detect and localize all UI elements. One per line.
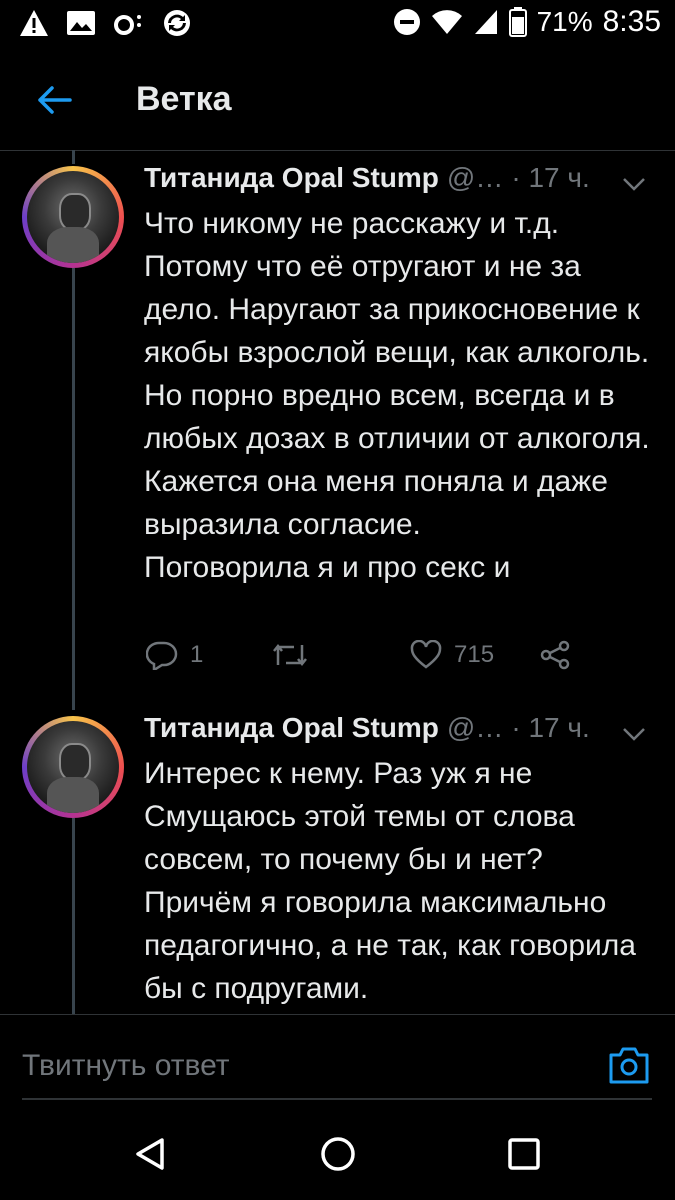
page-title: Ветка bbox=[136, 80, 232, 118]
reply-count: 1 bbox=[190, 641, 204, 668]
wifi-icon bbox=[431, 10, 462, 35]
avatar[interactable] bbox=[22, 166, 124, 268]
share-button[interactable] bbox=[540, 640, 572, 670]
warning-icon bbox=[20, 10, 48, 36]
retweet-icon bbox=[273, 643, 307, 667]
app-bar: Ветка bbox=[0, 48, 675, 151]
clock: 8:35 bbox=[602, 5, 661, 38]
author-handle: @… bbox=[446, 162, 504, 193]
thread-line bbox=[72, 150, 75, 164]
battery-icon bbox=[508, 7, 527, 37]
sync-icon bbox=[164, 10, 190, 36]
back-arrow-icon[interactable] bbox=[34, 80, 74, 120]
nav-recents-icon[interactable] bbox=[504, 1134, 544, 1174]
tweet[interactable]: Титанида Opal Stump @… · 17 ч. Что ником… bbox=[0, 150, 675, 710]
author-name[interactable]: Титанида Opal Stump bbox=[144, 162, 439, 194]
divider bbox=[22, 1098, 652, 1100]
nav-home-icon[interactable] bbox=[318, 1134, 358, 1174]
thread-line bbox=[72, 268, 75, 710]
timestamp: · 17 ч. bbox=[511, 712, 590, 743]
avatar[interactable] bbox=[22, 716, 124, 818]
reply-button[interactable]: 1 bbox=[146, 640, 272, 670]
dnd-icon bbox=[393, 9, 420, 35]
battery-level: 71% bbox=[536, 6, 593, 37]
tweet-header: Титанида Opal Stump @… · 17 ч. bbox=[144, 162, 590, 194]
system-nav-bar bbox=[0, 1112, 675, 1200]
tweet[interactable]: Титанида Opal Stump @… · 17 ч. Интерес к… bbox=[0, 700, 675, 1014]
chevron-down-icon[interactable] bbox=[621, 174, 647, 194]
chevron-down-icon[interactable] bbox=[621, 724, 647, 744]
author-name[interactable]: Титанида Opal Stump bbox=[144, 712, 439, 744]
like-button[interactable]: 715 bbox=[410, 640, 540, 670]
thread-line bbox=[72, 818, 75, 1014]
camera-icon[interactable] bbox=[607, 1045, 651, 1085]
tweet-text: Что никому не расскажу и т.д. Потому что… bbox=[144, 207, 650, 584]
tweet-text: Интерес к нему. Раз уж я не Смущаюсь это… bbox=[144, 757, 636, 1005]
signal-icon bbox=[474, 10, 497, 34]
tweet-header: Титанида Opal Stump @… · 17 ч. bbox=[144, 712, 590, 744]
image-icon bbox=[67, 11, 95, 35]
timestamp: · 17 ч. bbox=[511, 162, 590, 193]
author-handle: @… bbox=[446, 712, 504, 743]
retweet-button[interactable] bbox=[272, 641, 410, 669]
reply-icon bbox=[146, 641, 178, 670]
tweet-actions: 1 715 bbox=[146, 640, 572, 670]
nav-back-icon[interactable] bbox=[130, 1134, 170, 1174]
voicemail-icon bbox=[114, 15, 141, 35]
heart-icon bbox=[410, 640, 442, 669]
share-icon bbox=[540, 640, 570, 670]
status-bar: 71% 8:35 bbox=[0, 0, 675, 48]
like-count: 715 bbox=[454, 641, 495, 668]
reply-input[interactable]: Твитнуть ответ bbox=[22, 1049, 230, 1083]
